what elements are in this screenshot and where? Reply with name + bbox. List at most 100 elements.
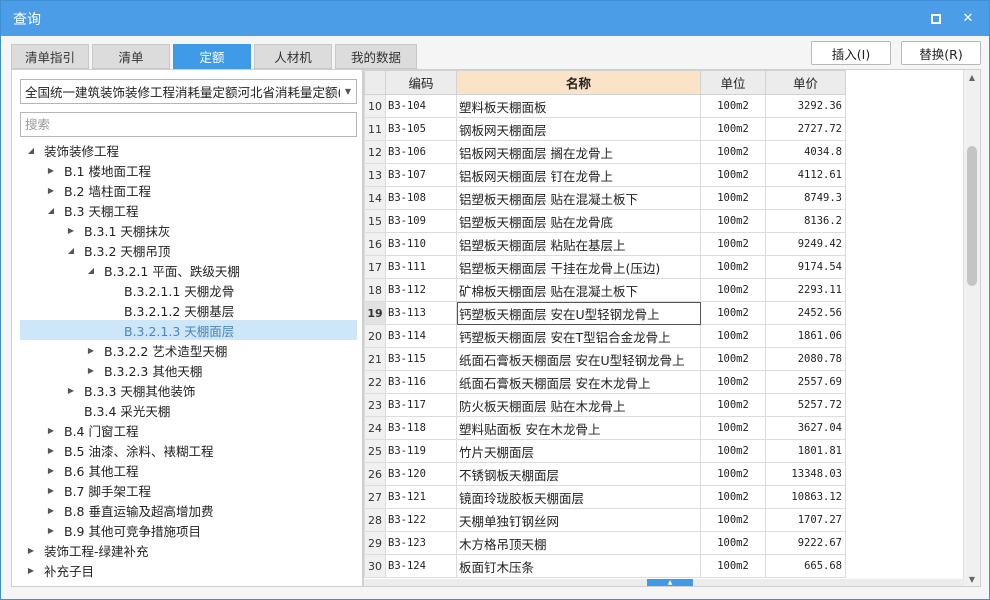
code-cell[interactable]: B3-114 xyxy=(385,324,457,348)
row-number-cell[interactable]: 23 xyxy=(364,393,386,417)
expanded-icon[interactable]: ◢ xyxy=(84,266,98,275)
table-row[interactable]: 26 B3-120 不锈钢板天棚面层 100m2 13348.03 xyxy=(364,462,846,486)
code-cell[interactable]: B3-111 xyxy=(385,255,457,279)
row-number-cell[interactable]: 17 xyxy=(364,255,386,279)
row-number-cell[interactable]: 10 xyxy=(364,94,386,118)
name-cell[interactable]: 竹片天棚面层 xyxy=(456,439,701,463)
code-cell[interactable]: B3-119 xyxy=(385,439,457,463)
code-cell[interactable]: B3-118 xyxy=(385,416,457,440)
table-row[interactable]: 22 B3-116 纸面石膏板天棚面层 安在木龙骨上 100m2 2557.69 xyxy=(364,370,846,394)
price-cell[interactable]: 3627.04 xyxy=(765,416,846,440)
price-cell[interactable]: 8749.3 xyxy=(765,186,846,210)
name-cell[interactable]: 塑料贴面板 安在木龙骨上 xyxy=(456,416,701,440)
tree-node[interactable]: ▶ B.3.3 天棚其他装饰 xyxy=(20,380,357,400)
code-cell[interactable]: B3-122 xyxy=(385,508,457,532)
name-cell[interactable]: 钙塑板天棚面层 安在U型轻钢龙骨上 xyxy=(456,301,701,325)
tree-node[interactable]: B.3.2.1.2 天棚基层 xyxy=(20,300,357,320)
price-cell[interactable]: 1801.81 xyxy=(765,439,846,463)
unit-cell[interactable]: 100m2 xyxy=(700,531,766,555)
tree-node[interactable]: ▶ B.9 其他可竞争措施项目 xyxy=(20,520,357,540)
tab-my-data[interactable]: 我的数据 xyxy=(335,44,417,69)
tree-node[interactable]: ◢ B.3.2 天棚吊顶 xyxy=(20,240,357,260)
name-cell[interactable]: 铝板网天棚面层 搁在龙骨上 xyxy=(456,140,701,164)
tree-node[interactable]: ▶ B.1 楼地面工程 xyxy=(20,160,357,180)
tab-labor-material-machine[interactable]: 人材机 xyxy=(254,44,332,69)
tree-node[interactable]: B.3.4 采光天棚 xyxy=(20,400,357,420)
table-row[interactable]: 18 B3-112 矿棉板天棚面层 贴在混凝土板下 100m2 2293.11 xyxy=(364,278,846,302)
tab-list-guide[interactable]: 清单指引 xyxy=(11,44,89,69)
table-row[interactable]: 15 B3-109 铝塑板天棚面层 贴在龙骨底 100m2 8136.2 xyxy=(364,209,846,233)
price-cell[interactable]: 2293.11 xyxy=(765,278,846,302)
collapsed-icon[interactable]: ▶ xyxy=(44,486,58,495)
row-number-cell[interactable]: 14 xyxy=(364,186,386,210)
scroll-up-icon[interactable]: ▲ xyxy=(964,70,980,86)
table-row[interactable]: 13 B3-107 铝板网天棚面层 钉在龙骨上 100m2 4112.61 xyxy=(364,163,846,187)
tree-node[interactable]: ▶ B.7 脚手架工程 xyxy=(20,480,357,500)
tree-node[interactable]: ▶ B.3.1 天棚抹灰 xyxy=(20,220,357,240)
search-input[interactable] xyxy=(20,112,357,137)
collapsed-icon[interactable]: ▶ xyxy=(44,426,58,435)
name-cell[interactable]: 不锈钢板天棚面层 xyxy=(456,462,701,486)
name-cell[interactable]: 纸面石膏板天棚面层 安在木龙骨上 xyxy=(456,370,701,394)
row-number-cell[interactable]: 27 xyxy=(364,485,386,509)
expanded-icon[interactable]: ◢ xyxy=(24,146,38,155)
table-row[interactable]: 12 B3-106 铝板网天棚面层 搁在龙骨上 100m2 4034.8 xyxy=(364,140,846,164)
unit-cell[interactable]: 100m2 xyxy=(700,485,766,509)
price-cell[interactable]: 4034.8 xyxy=(765,140,846,164)
table-row[interactable]: 11 B3-105 钢板网天棚面层 100m2 2727.72 xyxy=(364,117,846,141)
price-cell[interactable]: 4112.61 xyxy=(765,163,846,187)
unit-cell[interactable]: 100m2 xyxy=(700,439,766,463)
tree-node[interactable]: ▶ 补充子目 xyxy=(20,560,357,580)
tab-quota[interactable]: 定额 xyxy=(173,44,251,69)
collapsed-icon[interactable]: ▶ xyxy=(44,526,58,535)
code-cell[interactable]: B3-113 xyxy=(385,301,457,325)
price-cell[interactable]: 10863.12 xyxy=(765,485,846,509)
collapsed-icon[interactable]: ▶ xyxy=(24,546,38,555)
row-number-cell[interactable]: 24 xyxy=(364,416,386,440)
code-cell[interactable]: B3-120 xyxy=(385,462,457,486)
price-cell[interactable]: 2452.56 xyxy=(765,301,846,325)
library-select[interactable]: 全国统一建筑装饰装修工程消耗量定额河北省消耗量定额(20 ▼ xyxy=(20,79,357,104)
row-number-cell[interactable]: 29 xyxy=(364,531,386,555)
unit-cell[interactable]: 100m2 xyxy=(700,324,766,348)
code-cell[interactable]: B3-112 xyxy=(385,278,457,302)
code-cell[interactable]: B3-115 xyxy=(385,347,457,371)
price-cell[interactable]: 9249.42 xyxy=(765,232,846,256)
unit-cell[interactable]: 100m2 xyxy=(700,462,766,486)
scroll-thumb[interactable] xyxy=(967,146,977,286)
row-number-cell[interactable]: 21 xyxy=(364,347,386,371)
collapse-panel-button[interactable]: ▲ xyxy=(647,579,693,586)
unit-cell[interactable]: 100m2 xyxy=(700,301,766,325)
unit-column-header[interactable]: 单位 xyxy=(700,70,766,95)
table-row[interactable]: 30 B3-124 板面钉木压条 100m2 665.68 xyxy=(364,554,846,578)
row-number-cell[interactable]: 19 xyxy=(364,301,386,325)
collapsed-icon[interactable]: ▶ xyxy=(64,226,78,235)
unit-cell[interactable]: 100m2 xyxy=(700,370,766,394)
unit-cell[interactable]: 100m2 xyxy=(700,508,766,532)
code-cell[interactable]: B3-107 xyxy=(385,163,457,187)
code-cell[interactable]: B3-121 xyxy=(385,485,457,509)
tree-node[interactable]: ▶ B.3.2.3 其他天棚 xyxy=(20,360,357,380)
table-row[interactable]: 25 B3-119 竹片天棚面层 100m2 1801.81 xyxy=(364,439,846,463)
code-column-header[interactable]: 编码 xyxy=(385,70,457,95)
row-number-cell[interactable]: 26 xyxy=(364,462,386,486)
collapsed-icon[interactable]: ▶ xyxy=(44,186,58,195)
name-cell[interactable]: 塑料板天棚面板 xyxy=(456,94,701,118)
table-row[interactable]: 10 B3-104 塑料板天棚面板 100m2 3292.36 xyxy=(364,94,846,118)
code-cell[interactable]: B3-110 xyxy=(385,232,457,256)
unit-cell[interactable]: 100m2 xyxy=(700,554,766,578)
tree-node[interactable]: ▶ B.3.2.2 艺术造型天棚 xyxy=(20,340,357,360)
price-column-header[interactable]: 单价 xyxy=(765,70,846,95)
unit-cell[interactable]: 100m2 xyxy=(700,255,766,279)
unit-cell[interactable]: 100m2 xyxy=(700,393,766,417)
name-cell[interactable]: 木方格吊顶天棚 xyxy=(456,531,701,555)
row-number-cell[interactable]: 22 xyxy=(364,370,386,394)
collapsed-icon[interactable]: ▶ xyxy=(44,506,58,515)
collapsed-icon[interactable]: ▶ xyxy=(64,386,78,395)
tree-node[interactable]: ▶ B.6 其他工程 xyxy=(20,460,357,480)
insert-button[interactable]: 插入(I) xyxy=(811,41,891,65)
code-cell[interactable]: B3-109 xyxy=(385,209,457,233)
table-row[interactable]: 16 B3-110 铝塑板天棚面层 粘贴在基层上 100m2 9249.42 xyxy=(364,232,846,256)
name-cell[interactable]: 防火板天棚面层 贴在木龙骨上 xyxy=(456,393,701,417)
name-cell[interactable]: 纸面石膏板天棚面层 安在U型轻钢龙骨上 xyxy=(456,347,701,371)
